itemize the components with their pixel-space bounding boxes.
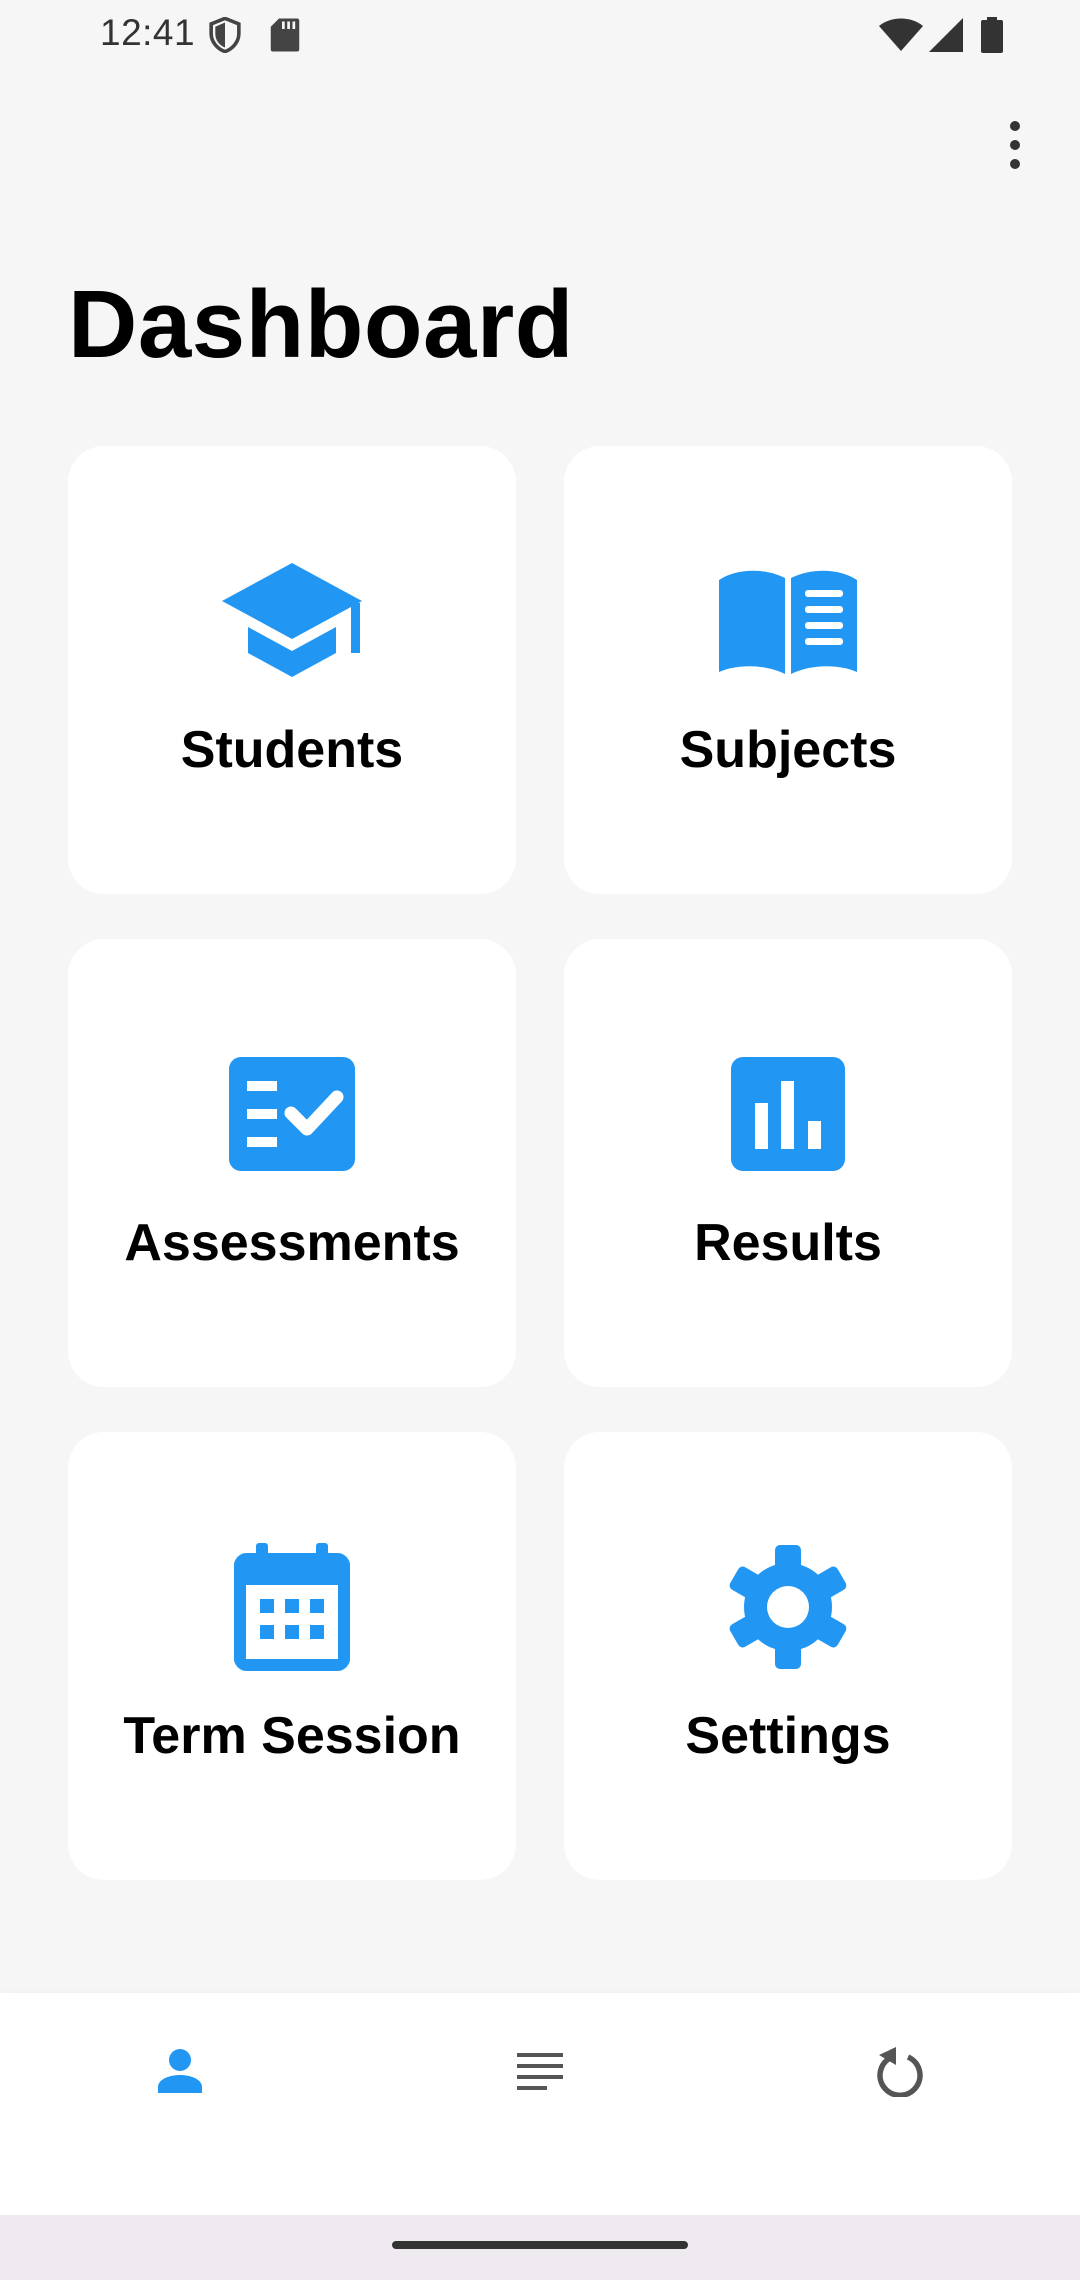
bar-chart-icon [713,1049,863,1179]
gear-icon [713,1542,863,1672]
battery-icon [981,17,1003,58]
menu-dot [1010,140,1020,150]
settings-label: Settings [685,1707,891,1765]
assessments-card[interactable]: Assessments [68,939,516,1387]
calendar-icon [217,1542,367,1672]
more-vert-icon[interactable] [990,110,1040,180]
book-icon [713,556,863,686]
nav-item-profile[interactable] [0,1993,360,2153]
students-card[interactable]: Students [68,446,516,894]
dashboard-grid: Students Subjects Assessments Results Te… [68,446,1012,1880]
nav-item-refresh[interactable] [720,1993,1080,2153]
checklist-icon [217,1049,367,1179]
assessments-label: Assessments [124,1214,460,1272]
term-session-card[interactable]: Term Session [68,1432,516,1880]
graduation-cap-icon [217,556,367,686]
results-label: Results [694,1214,882,1272]
status-time: 12:41 [100,12,196,53]
signal-icon [928,17,964,58]
status-bar: 12:41 [0,0,1080,70]
person-icon [156,2047,204,2100]
home-gesture-handle[interactable] [392,2241,688,2249]
term-session-label: Term Session [123,1707,461,1765]
wifi-icon [878,17,924,58]
refresh-icon [875,2045,925,2102]
bottom-navigation [0,1993,1080,2215]
settings-card[interactable]: Settings [564,1432,1012,1880]
students-label: Students [180,721,404,779]
list-icon [517,2051,563,2096]
sd-card-icon [270,17,300,58]
page-title: Dashboard [68,271,574,378]
results-card[interactable]: Results [564,939,1012,1387]
nav-item-list[interactable] [360,1993,720,2153]
subjects-card[interactable]: Subjects [564,446,1012,894]
menu-dot [1010,121,1020,131]
subjects-label: Subjects [679,721,897,779]
shield-icon [208,16,242,58]
menu-dot [1010,159,1020,169]
